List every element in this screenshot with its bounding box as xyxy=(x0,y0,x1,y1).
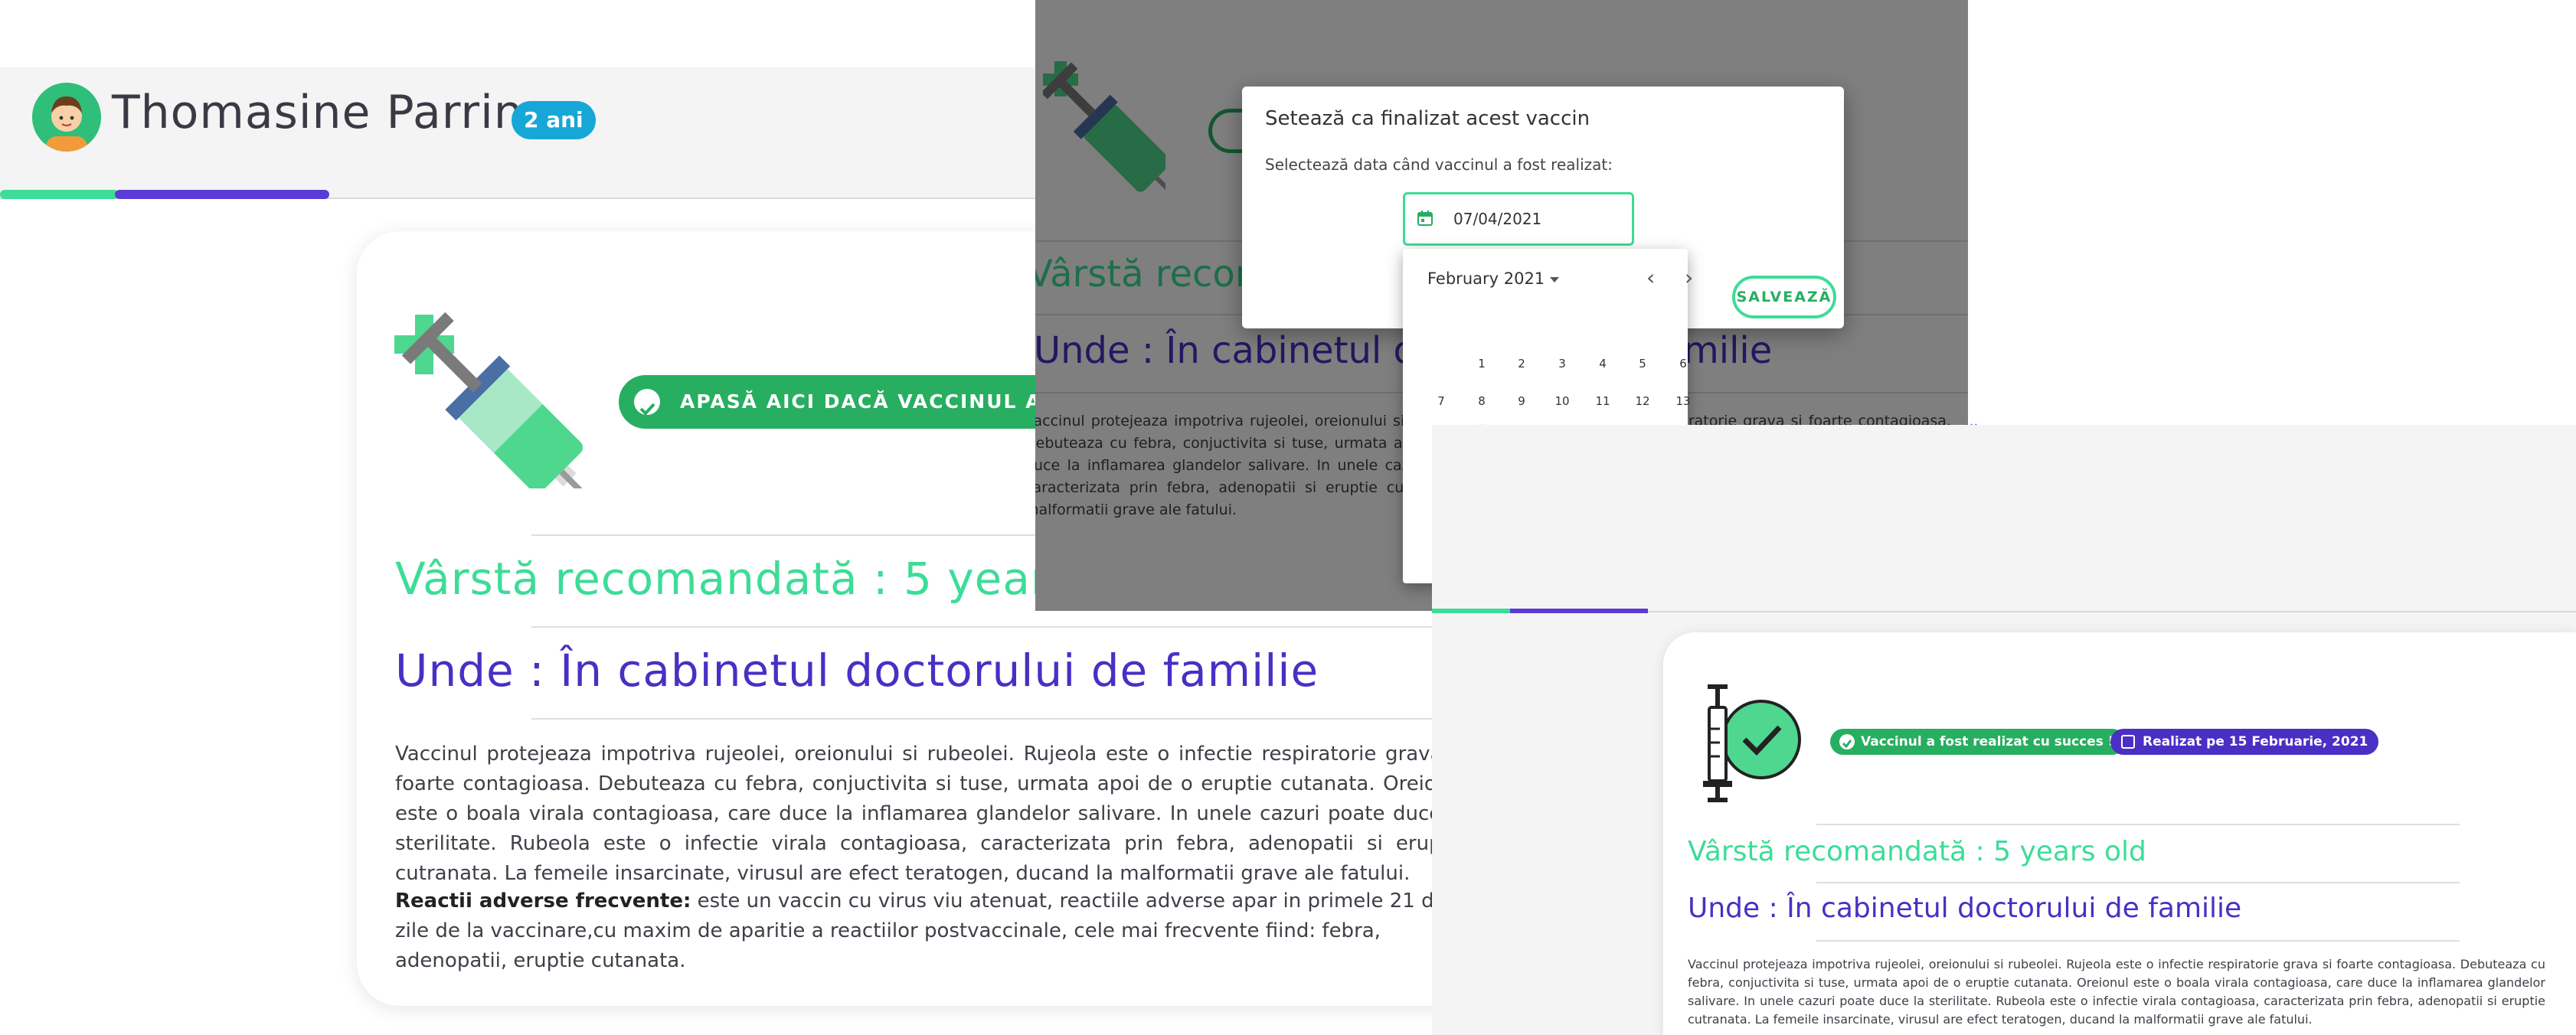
vaccine-location: Unde : În cabinetul doctorului de famili… xyxy=(395,645,1319,697)
divider xyxy=(1816,824,2460,825)
chevron-right-icon[interactable]: › xyxy=(1685,265,1693,290)
save-button[interactable]: SALVEAZĂ xyxy=(1732,276,1836,318)
calendar-day[interactable]: 1 xyxy=(1466,348,1497,379)
vaccine-location: Unde : În cabinetul doctorului de famili… xyxy=(1688,893,2242,924)
progress-bar-completed xyxy=(0,190,119,199)
calendar-icon xyxy=(2121,735,2135,749)
vaccine-description: Vaccinul protejeaza impotriva rujeolei, … xyxy=(1688,957,2545,1027)
adverse-reactions-label: Reactii adverse frecvente: xyxy=(395,890,691,913)
avatar xyxy=(32,83,101,152)
completion-date-badge: Realizat pe 15 Februarie, 2021 xyxy=(2110,729,2379,755)
divider xyxy=(1816,882,2460,883)
dialog-subtitle: Selectează data când vaccinul a fost rea… xyxy=(1265,155,1613,174)
vaccine-description: Vaccinul protejeaza impotriva rujeolei, … xyxy=(395,743,1440,885)
success-badge-label: Vaccinul a fost realizat cu succes ! xyxy=(1861,734,2114,749)
calendar-day[interactable]: 3 xyxy=(1547,348,1577,379)
check-icon xyxy=(1839,734,1855,749)
calendar-icon[interactable] xyxy=(1417,210,1433,227)
syringe-check-icon xyxy=(1692,684,1807,807)
patient-name: Thomasine Parrin xyxy=(112,86,524,139)
age-badge: 2 ani xyxy=(512,101,596,139)
calendar-day[interactable]: 4 xyxy=(1587,348,1618,379)
calendar-day[interactable]: 11 xyxy=(1587,386,1618,416)
adverse-reactions: Reactii adverse frecvente: este un vacci… xyxy=(395,886,1440,976)
success-badge: Vaccinul a fost realizat cu succes ! xyxy=(1830,729,2125,755)
progress-bar-remaining xyxy=(1510,609,1648,613)
calendar-day[interactable]: 8 xyxy=(1466,386,1497,416)
check-icon xyxy=(634,389,660,416)
calendar-day[interactable]: 10 xyxy=(1547,386,1577,416)
divider xyxy=(531,718,1440,720)
syringe-icon xyxy=(394,312,609,519)
progress-bar-completed xyxy=(1432,609,1512,613)
divider xyxy=(531,626,1440,628)
divider xyxy=(1816,940,2460,942)
calendar-day[interactable]: 12 xyxy=(1627,386,1658,416)
calendar-day[interactable]: 6 xyxy=(1668,348,1698,379)
chevron-left-icon[interactable]: ‹ xyxy=(1646,265,1655,290)
progress-bar-remaining xyxy=(115,190,329,199)
dialog-title: Setează ca finalizat acest vaccin xyxy=(1265,107,1590,130)
calendar-day[interactable]: 13 xyxy=(1668,386,1698,416)
calendar-day[interactable]: 2 xyxy=(1506,348,1537,379)
completion-date-label: Realizat pe 15 Februarie, 2021 xyxy=(2143,734,2368,749)
recommended-age: Vârstă recomandată : 5 years old xyxy=(1688,836,2146,867)
date-input-value: 07/04/2021 xyxy=(1453,210,1542,228)
calendar-month-label[interactable]: February 2021 xyxy=(1427,269,1545,288)
calendar-day[interactable]: 7 xyxy=(1426,386,1456,416)
chevron-down-icon[interactable] xyxy=(1550,277,1559,282)
calendar-day[interactable]: 9 xyxy=(1506,386,1537,416)
calendar-day[interactable]: 5 xyxy=(1627,348,1658,379)
